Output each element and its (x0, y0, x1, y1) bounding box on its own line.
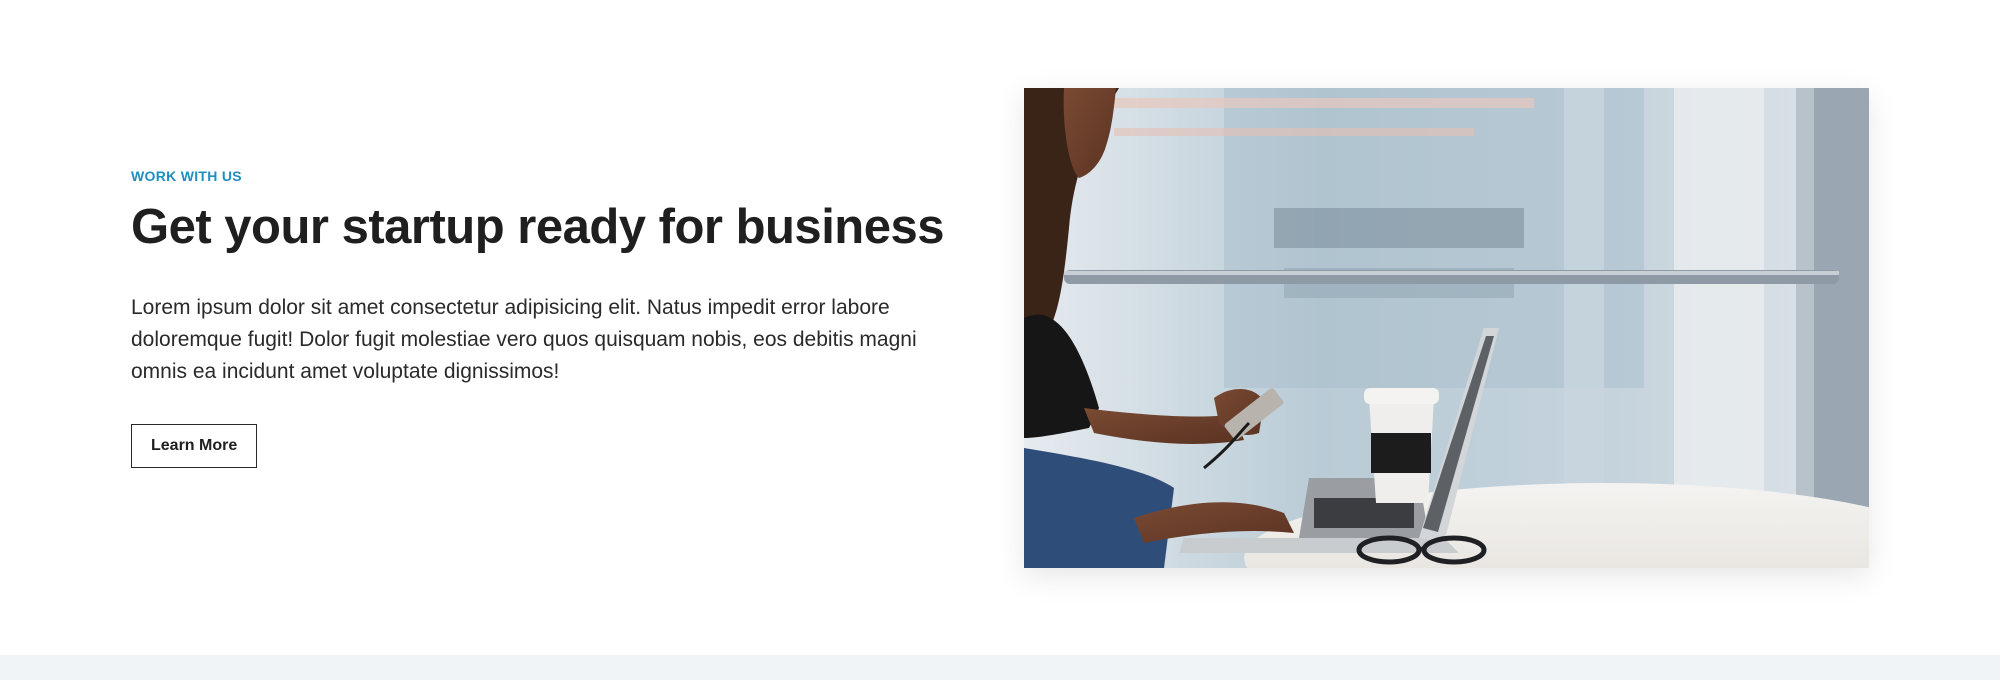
hero-description: Lorem ipsum dolor sit amet consectetur a… (131, 296, 917, 383)
page-title: Get your startup ready for business (131, 200, 945, 254)
eyebrow-label: WORK WITH US (131, 168, 242, 184)
hero-section: WORK WITH US Get your startup ready for … (0, 0, 2000, 655)
next-section-band (0, 655, 2000, 680)
hero-copy: WORK WITH US Get your startup ready for … (131, 166, 971, 468)
learn-more-button[interactable]: Learn More (131, 424, 258, 468)
hero-photo (1024, 88, 1869, 568)
photo-woman-laptop-icon (1024, 88, 1869, 568)
